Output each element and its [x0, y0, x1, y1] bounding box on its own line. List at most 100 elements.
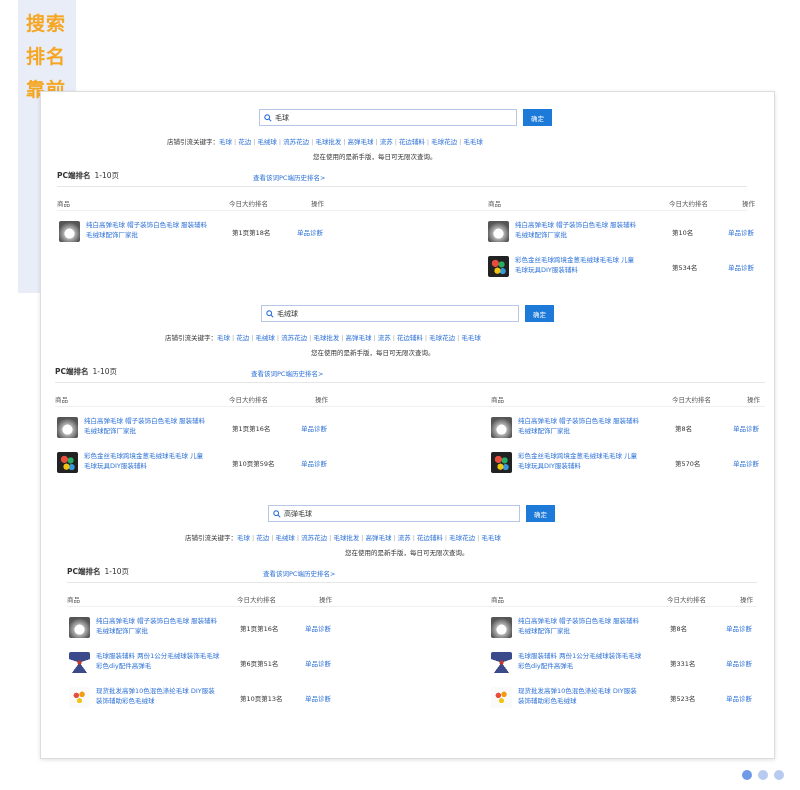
keyword-link[interactable]: 流苏 [380, 138, 393, 146]
pager-dot[interactable] [758, 770, 768, 780]
keyword-link[interactable]: 花边辅料 [397, 334, 423, 342]
table-row[interactable]: 纯白高弹毛球 帽子装饰白色毛球 服装辅料毛绒球配饰厂家批 [491, 415, 771, 441]
keyword-separator: | [278, 138, 282, 146]
keyword-separator: | [426, 138, 430, 146]
rank-value: 第523名 [670, 695, 696, 703]
product-name-link[interactable]: 纯白高弹毛球 帽子装饰白色毛球 服装辅料毛绒球配饰厂家批 [515, 220, 640, 240]
single-diagnosis-link[interactable]: 单品诊断 [305, 658, 331, 668]
product-thumbnail[interactable] [491, 417, 512, 438]
table-row[interactable]: 纯白高弹毛球 帽子装饰白色毛球 服装辅料毛绒球配饰厂家批 [57, 415, 337, 441]
keyword-link[interactable]: 毛绒球 [255, 334, 275, 342]
product-thumbnail[interactable] [491, 687, 512, 708]
keyword-link[interactable]: 毛球 [237, 534, 250, 542]
keyword-link[interactable]: 花边 [236, 334, 249, 342]
keyword-link[interactable]: 花边辅料 [417, 534, 443, 542]
product-name-link[interactable]: 纯白高弹毛球 帽子装饰白色毛球 服装辅料毛绒球配饰厂家批 [86, 220, 211, 240]
keyword-link[interactable]: 流苏 [398, 534, 411, 542]
product-name-link[interactable]: 现货批发高弹10色混色涤纶毛球 DIY服装装饰辅助彩色毛绒球 [96, 686, 221, 706]
keyword-link[interactable]: 毛球批发 [313, 334, 339, 342]
product-name-link[interactable]: 毛球服装辅料 两份1公分毛绒球装饰毛毛球 彩色diy配件高弹毛 [96, 651, 221, 671]
single-diagnosis-link[interactable]: 单品诊断 [728, 262, 754, 272]
pager-dot[interactable] [774, 770, 784, 780]
keyword-link[interactable]: 毛球批发 [315, 138, 341, 146]
keyword-separator: | [392, 334, 395, 342]
keyword-link[interactable]: 高弹毛球 [348, 138, 374, 146]
product-name-link[interactable]: 现货批发高弹10色混色涤纶毛球 DIY服装装饰辅助彩色毛绒球 [518, 686, 643, 706]
keyword-link[interactable]: 高弹毛球 [346, 334, 372, 342]
single-diagnosis-link[interactable]: 单品诊断 [726, 623, 752, 633]
product-thumbnail[interactable] [491, 617, 512, 638]
product-name-link[interactable]: 纯白高弹毛球 帽子装饰白色毛球 服装辅料毛绒球配饰厂家批 [84, 416, 209, 436]
product-name-link[interactable]: 纯白高弹毛球 帽子装饰白色毛球 服装辅料毛绒球配饰厂家批 [96, 616, 221, 636]
product-name-link[interactable]: 纯白高弹毛球 帽子装饰白色毛球 服装辅料毛绒球配饰厂家批 [518, 416, 643, 436]
single-diagnosis-link[interactable]: 单品诊断 [301, 458, 327, 468]
search-box[interactable] [259, 109, 517, 126]
product-name-link[interactable]: 彩色金丝毛球跨境金葱毛绒球毛毛球 儿童毛球玩具DIY服装辅料 [518, 451, 643, 471]
history-rank-link[interactable]: 查看该词PC端历史排名> [253, 172, 325, 182]
single-diagnosis-link[interactable]: 单品诊断 [726, 693, 752, 703]
search-input[interactable] [284, 509, 506, 518]
keyword-link[interactable]: 毛球 [219, 138, 232, 146]
search-input[interactable] [277, 309, 504, 318]
keyword-link[interactable]: 高弹毛球 [366, 534, 392, 542]
single-diagnosis-link[interactable]: 单品诊断 [305, 693, 331, 703]
product-name-link[interactable]: 彩色金丝毛球跨境金葱毛绒球毛毛球 儿童毛球玩具DIY服装辅料 [515, 255, 640, 275]
rank-value: 第1页第18名 [232, 229, 271, 237]
product-thumbnail[interactable] [491, 452, 512, 473]
product-thumbnail[interactable] [488, 256, 509, 277]
single-diagnosis-link[interactable]: 单品诊断 [733, 458, 759, 468]
keyword-link[interactable]: 花边 [238, 138, 251, 146]
confirm-button[interactable]: 确定 [525, 305, 554, 322]
search-box[interactable] [261, 305, 519, 322]
keyword-row: 店铺引流关键字：毛球 | 花边 | 毛绒球 | 流苏花边 | 毛球批发 | 高弹毛球 | 流苏 | 花边辅料… [167, 136, 483, 146]
single-diagnosis-link[interactable]: 单品诊断 [301, 423, 327, 433]
keyword-link[interactable]: 毛球花边 [449, 534, 475, 542]
keyword-link[interactable]: 毛球批发 [333, 534, 359, 542]
single-diagnosis-link[interactable]: 单品诊断 [305, 623, 331, 633]
product-name-link[interactable]: 纯白高弹毛球 帽子装饰白色毛球 服装辅料毛绒球配饰厂家批 [518, 616, 643, 636]
table-row[interactable]: 彩色金丝毛球跨境金葱毛绒球毛毛球 儿童毛球玩具DIY服装辅料 [57, 450, 337, 476]
history-rank-link[interactable]: 查看该词PC端历史排名> [263, 568, 335, 578]
table-row[interactable]: 彩色金丝毛球跨境金葱毛绒球毛毛球 儿童毛球玩具DIY服装辅料 [488, 254, 768, 280]
column-header-product: 商品 [491, 596, 504, 604]
product-name-link[interactable]: 毛球服装辅料 两份1公分毛绒球装饰毛毛球 彩色diy配件高弹毛 [518, 651, 643, 671]
keyword-link[interactable]: 毛球花边 [429, 334, 455, 342]
table-row[interactable]: 纯白高弹毛球 帽子装饰白色毛球 服装辅料毛绒球配饰厂家批 [488, 219, 768, 245]
product-name-link[interactable]: 彩色金丝毛球跨境金葱毛绒球毛毛球 儿童毛球玩具DIY服装辅料 [84, 451, 209, 471]
confirm-button[interactable]: 确定 [523, 109, 552, 126]
product-thumbnail[interactable] [488, 221, 509, 242]
keyword-link[interactable]: 流苏花边 [283, 138, 309, 146]
single-diagnosis-link[interactable]: 单品诊断 [726, 658, 752, 668]
keyword-link[interactable]: 毛绒球 [257, 138, 277, 146]
product-thumbnail[interactable] [57, 452, 78, 473]
keyword-link[interactable]: 毛球 [217, 334, 230, 342]
product-thumbnail[interactable] [69, 617, 90, 638]
keyword-link[interactable]: 毛球花边 [431, 138, 457, 146]
single-diagnosis-link[interactable]: 单品诊断 [728, 227, 754, 237]
search-input[interactable] [275, 113, 502, 122]
single-diagnosis-link[interactable]: 单品诊断 [733, 423, 759, 433]
product-thumbnail[interactable] [69, 687, 90, 708]
keyword-link[interactable]: 毛毛球 [481, 534, 501, 542]
keyword-separator: | [329, 534, 332, 542]
keyword-link[interactable]: 毛绒球 [275, 534, 295, 542]
product-thumbnail[interactable] [69, 652, 90, 673]
table-row[interactable]: 彩色金丝毛球跨境金葱毛绒球毛毛球 儿童毛球玩具DIY服装辅料 [491, 450, 771, 476]
section-range: 1-10页 [92, 367, 118, 376]
keyword-separator: | [234, 138, 237, 146]
search-box[interactable] [268, 505, 520, 522]
single-diagnosis-link[interactable]: 单品诊断 [297, 227, 323, 237]
keyword-link[interactable]: 流苏 [378, 334, 391, 342]
pager-dot[interactable] [742, 770, 752, 780]
product-thumbnail[interactable] [491, 652, 512, 673]
product-thumbnail[interactable] [59, 221, 80, 242]
keyword-link[interactable]: 毛毛球 [461, 334, 481, 342]
history-rank-link[interactable]: 查看该词PC端历史排名> [251, 368, 323, 378]
confirm-button[interactable]: 确定 [526, 505, 555, 522]
keyword-link[interactable]: 毛毛球 [463, 138, 483, 146]
keyword-link[interactable]: 花边辅料 [399, 138, 425, 146]
keyword-link[interactable]: 花边 [256, 534, 269, 542]
product-thumbnail[interactable] [57, 417, 78, 438]
keyword-link[interactable]: 流苏花边 [281, 334, 307, 342]
keyword-link[interactable]: 流苏花边 [301, 534, 327, 542]
